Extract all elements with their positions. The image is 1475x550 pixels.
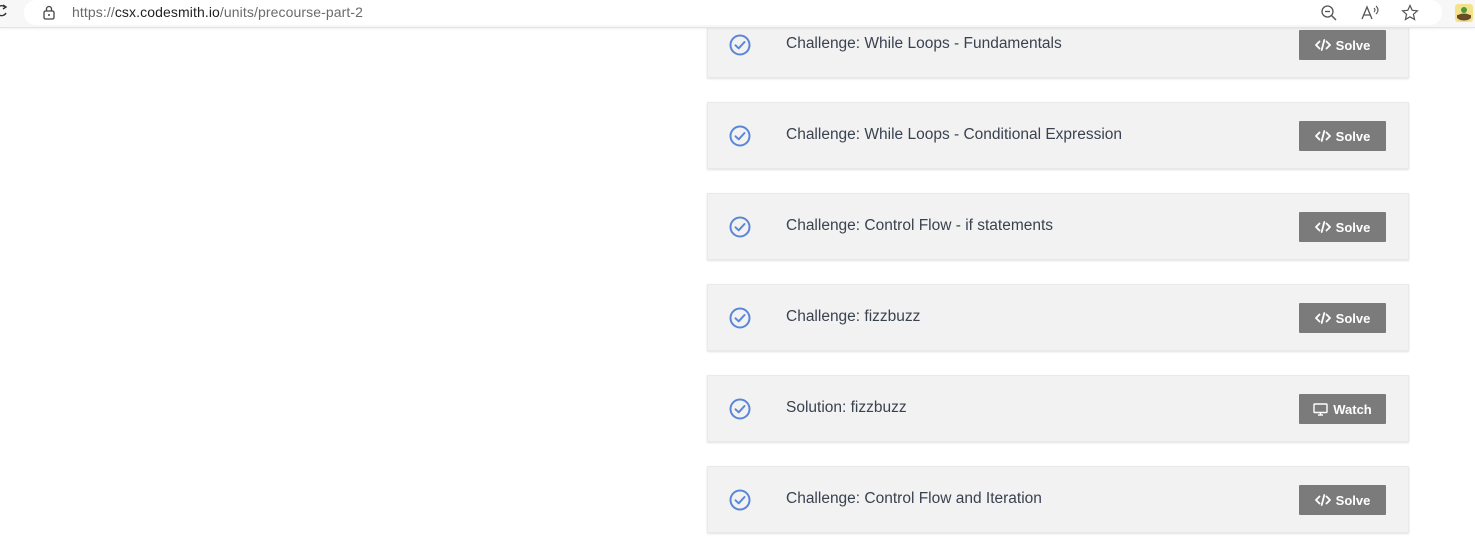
check-circle-icon <box>728 397 752 421</box>
button-label: Solve <box>1335 219 1371 235</box>
lesson-card: Solution: fizzbuzz Watch <box>707 375 1409 442</box>
check-circle-icon <box>728 33 752 57</box>
code-icon <box>1314 312 1331 324</box>
code-icon <box>1314 494 1331 506</box>
button-label: Watch <box>1333 401 1372 417</box>
browser-toolbar: https://csx.codesmith.io/units/precourse… <box>0 0 1475 28</box>
check-circle-icon <box>728 488 752 512</box>
url-text[interactable]: https://csx.codesmith.io/units/precourse… <box>72 4 363 20</box>
lesson-card: Challenge: Control Flow - if statements S… <box>707 193 1409 260</box>
check-circle-icon <box>728 306 752 330</box>
code-icon <box>1314 39 1331 51</box>
solve-button[interactable]: Solve <box>1299 121 1386 151</box>
reload-icon[interactable] <box>0 4 8 18</box>
favorite-star-icon[interactable] <box>1400 3 1420 23</box>
check-circle-icon <box>728 215 752 239</box>
url-path: /units/precourse-part-2 <box>219 4 364 20</box>
address-bar[interactable]: https://csx.codesmith.io/units/precourse… <box>24 0 1442 25</box>
button-label: Solve <box>1335 492 1371 508</box>
code-icon <box>1314 130 1331 142</box>
url-scheme: https:// <box>72 4 115 20</box>
lesson-card: Challenge: fizzbuzz Solve <box>707 284 1409 351</box>
solve-button[interactable]: Solve <box>1299 30 1386 60</box>
solve-button[interactable]: Solve <box>1299 485 1386 515</box>
read-aloud-icon[interactable] <box>1360 3 1380 23</box>
lesson-title[interactable]: Challenge: While Loops - Conditional Exp… <box>786 126 1122 144</box>
lesson-title[interactable]: Solution: fizzbuzz <box>786 399 907 417</box>
button-label: Solve <box>1335 37 1371 53</box>
lesson-title[interactable]: Challenge: While Loops - Fundamentals <box>786 35 1062 53</box>
url-host: csx.codesmith.io <box>114 4 220 20</box>
solve-button[interactable]: Solve <box>1299 303 1386 333</box>
solve-button[interactable]: Solve <box>1299 212 1386 242</box>
lesson-title[interactable]: Challenge: fizzbuzz <box>786 308 920 326</box>
profile-icon[interactable] <box>1453 2 1475 24</box>
button-label: Solve <box>1335 310 1371 326</box>
lock-icon[interactable] <box>42 5 56 25</box>
lesson-card: Challenge: While Loops - Conditional Exp… <box>707 102 1409 169</box>
zoom-out-icon[interactable] <box>1319 3 1339 23</box>
button-label: Solve <box>1335 128 1371 144</box>
watch-button[interactable]: Watch <box>1299 394 1386 424</box>
check-circle-icon <box>728 124 752 148</box>
lesson-card: Challenge: Control Flow and Iteration Sol… <box>707 466 1409 533</box>
lesson-title[interactable]: Challenge: Control Flow and Iteration <box>786 490 1042 508</box>
monitor-icon <box>1313 402 1328 416</box>
code-icon <box>1314 221 1331 233</box>
lesson-title[interactable]: Challenge: Control Flow - if statements <box>786 217 1053 235</box>
